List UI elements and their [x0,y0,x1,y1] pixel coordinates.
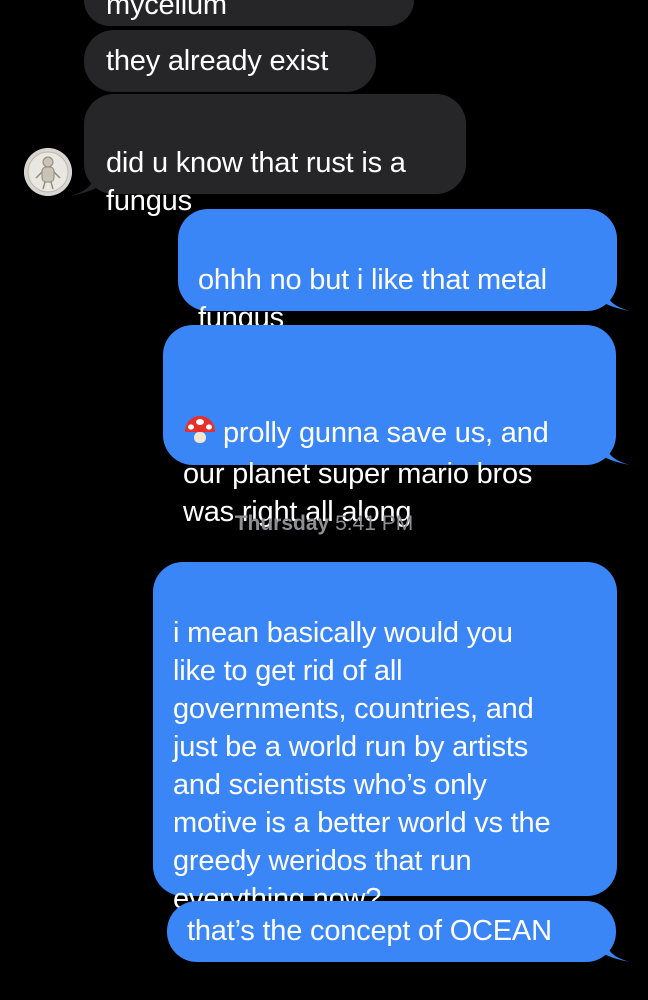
message-text: they already exist [106,45,329,77]
message-outgoing-metal-fungus[interactable]: ohhh no but i like that metal fungus [178,209,617,334]
avatar-image [24,148,72,196]
message-text: i mean basically would you like to get r… [173,617,551,915]
message-text: ohhh no but i like that metal fungus [198,264,547,334]
message-incoming-mycelium[interactable]: mycelium [84,0,414,26]
message-outgoing-super-mario[interactable]: prolly gunna save us, and our planet sup… [163,325,616,528]
timestamp-time: 5:41 PM [335,512,414,535]
bubble-tail-outgoing [604,938,630,962]
message-incoming-rust-fungus[interactable]: did u know that rust is a fungus [84,94,466,217]
bubble-tail-outgoing [604,441,630,465]
conversation-timestamp: Thursday 5:41 PM [0,510,648,538]
message-text: did u know that rust is a fungus [106,147,406,217]
message-text: that’s the concept of OCEAN [187,915,552,947]
message-outgoing-concept-of-ocean[interactable]: that’s the concept of OCEAN [167,901,616,962]
bubble-tail-outgoing [604,287,630,311]
message-text: mycelium [106,0,227,21]
message-incoming-they-already-exist[interactable]: they already exist [84,30,376,92]
mushroom-icon [183,377,217,455]
bubble-tail-incoming [70,172,96,196]
timestamp-day: Thursday [234,512,330,535]
message-outgoing-world-run-by-artists[interactable]: i mean basically would you like to get r… [153,562,617,915]
contact-avatar[interactable] [24,148,72,196]
